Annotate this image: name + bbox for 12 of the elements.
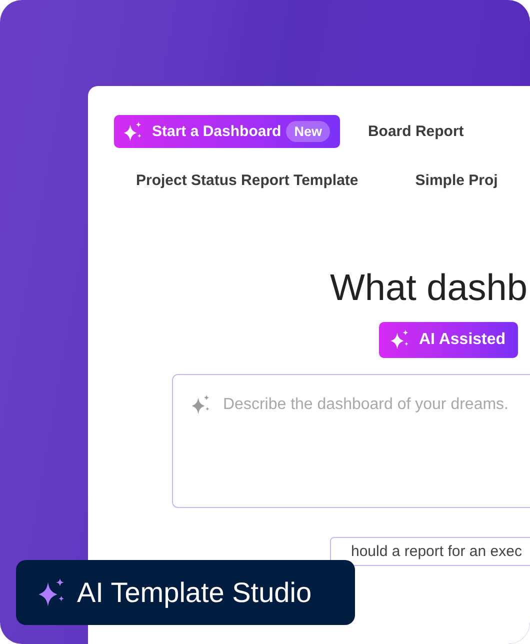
- new-badge: New: [286, 121, 330, 142]
- page-heading: What dashb: [330, 266, 528, 310]
- start-dashboard-button[interactable]: Start a Dashboard New: [114, 115, 340, 148]
- product-name: AI Template Studio: [77, 576, 312, 608]
- sparkle-icon: [389, 329, 411, 351]
- template-tab[interactable]: Board Report: [368, 118, 464, 146]
- sparkle-icon: [122, 120, 144, 142]
- prompt-field[interactable]: Describe the dashboard of your dreams.: [172, 374, 530, 508]
- template-tab[interactable]: Simple Proj: [415, 166, 498, 194]
- template-tab[interactable]: Project Status Report Template: [136, 166, 358, 194]
- sparkle-icon: [190, 394, 212, 416]
- ai-assisted-button[interactable]: AI Assisted: [379, 322, 518, 358]
